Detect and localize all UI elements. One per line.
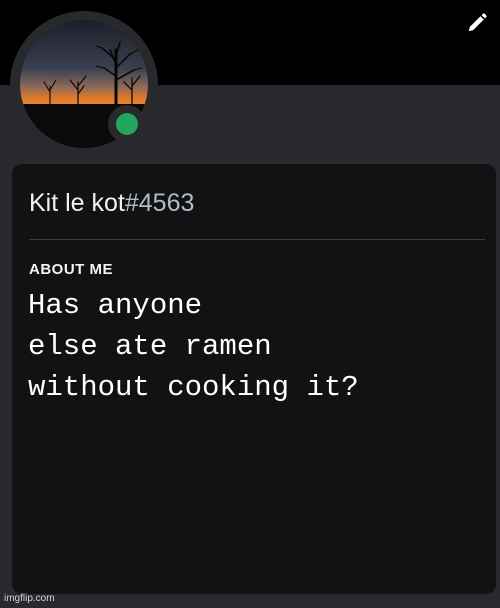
divider [29,239,485,240]
display-name: Kit le kot [29,189,125,217]
discriminator: #4563 [124,189,195,217]
username: Kit le kot#4563 [29,186,194,220]
profile-card: Kit le kot#4563 ABOUT ME Has anyone else… [12,164,496,594]
online-status-indicator [116,113,138,135]
about-me-text: Has anyone else ate ramen without cookin… [28,289,359,404]
watermark: imgflip.com [4,593,55,604]
about-me-heading: ABOUT ME [29,261,113,278]
edit-profile-button[interactable] [464,12,490,38]
pencil-icon [466,12,488,39]
